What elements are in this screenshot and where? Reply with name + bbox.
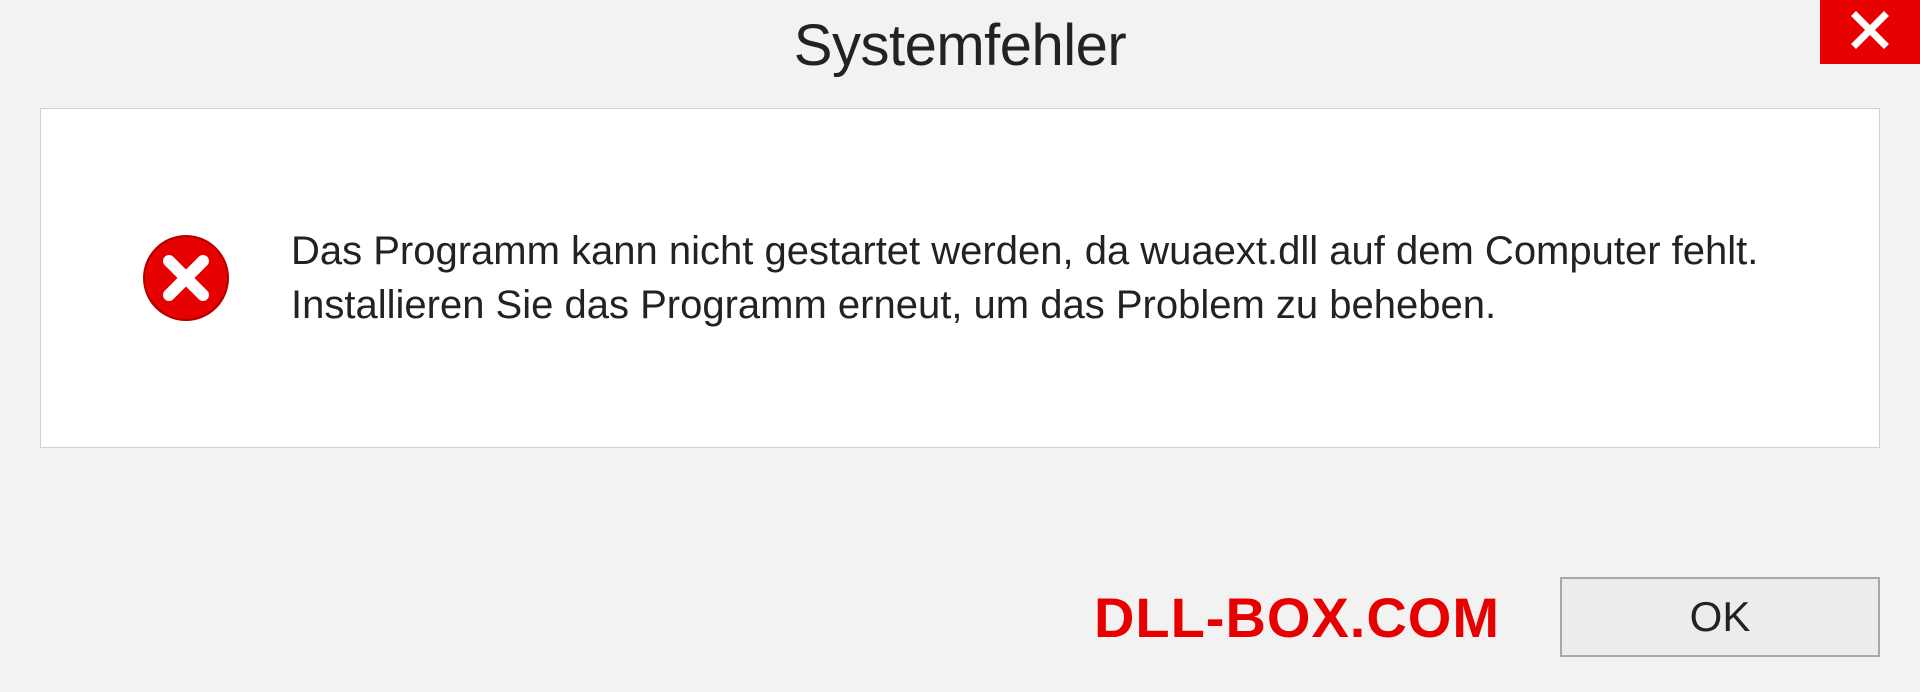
ok-button-label: OK (1690, 593, 1751, 641)
close-icon (1850, 10, 1890, 55)
dialog-title: Systemfehler (794, 12, 1126, 79)
content-panel: Das Programm kann nicht gestartet werden… (40, 108, 1880, 448)
close-button[interactable] (1820, 0, 1920, 64)
dialog-header: Systemfehler (0, 0, 1920, 90)
dialog-footer: DLL-BOX.COM OK (0, 577, 1920, 657)
ok-button[interactable]: OK (1560, 577, 1880, 657)
error-message: Das Programm kann nicht gestartet werden… (291, 224, 1809, 332)
error-icon (141, 233, 231, 323)
watermark-text: DLL-BOX.COM (1094, 585, 1500, 650)
